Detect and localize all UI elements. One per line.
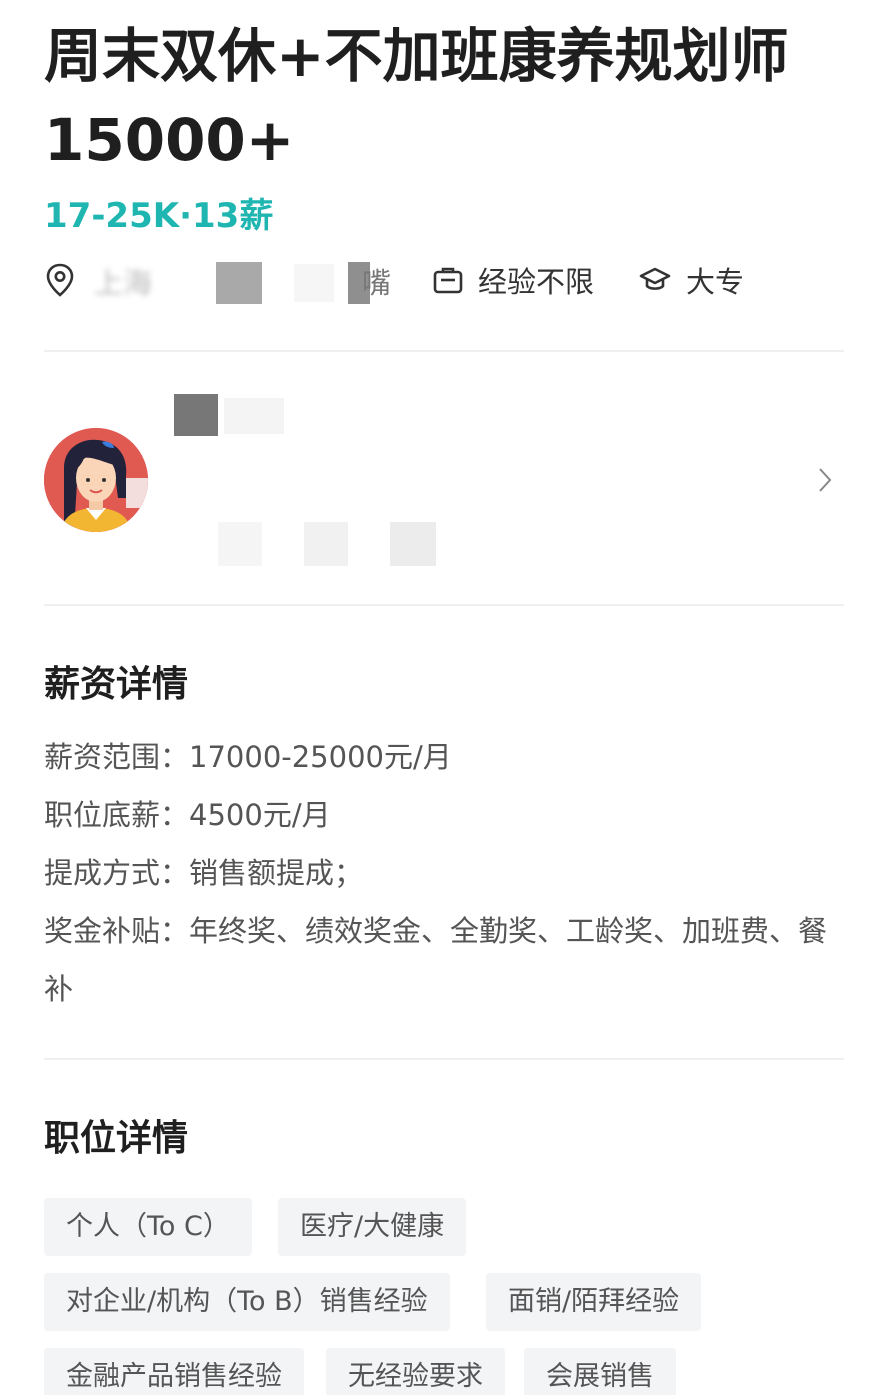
location-text: 上海 [94, 266, 153, 300]
job-title: 周末双休+不加班康养规划师15000+ [44, 22, 789, 174]
tag-item[interactable]: 医疗/大健康 [278, 1198, 467, 1256]
recruiter-name-redacted [174, 394, 218, 436]
salary-detail-row: 奖金补贴：年终奖、绩效奖金、全勤奖、工龄奖、加班费、餐补 [44, 902, 834, 1018]
education-text: 大专 [686, 265, 745, 299]
detail-value: 4500元/月 [189, 798, 331, 832]
salary-details-heading: 薪资详情 [44, 664, 189, 705]
divider [44, 604, 844, 606]
salary-detail-row: 薪资范围：17000-25000元/月 [44, 728, 834, 786]
job-meta-row: 上海 嘴 经验不限 大专 [44, 256, 844, 304]
salary-range: 17-25K·13薪 [44, 196, 274, 236]
divider [44, 1058, 844, 1060]
salary-detail-row: 提成方式：销售额提成； [44, 844, 834, 902]
location-tail-text: 嘴 [362, 266, 392, 300]
experience-text: 经验不限 [478, 265, 595, 299]
detail-label: 职位底薪： [44, 798, 190, 832]
redacted-block [294, 264, 334, 302]
tag-item[interactable]: 面销/陌拜经验 [486, 1273, 702, 1331]
recruiter-info-redacted [218, 522, 262, 566]
recruiter-card[interactable] [44, 380, 844, 580]
location-pin-icon [46, 263, 74, 297]
chevron-right-icon[interactable] [816, 466, 834, 494]
recruiter-avatar [44, 428, 148, 532]
education-info: 大专 [638, 256, 744, 304]
detail-label: 奖金补贴： [44, 914, 190, 948]
tag-item[interactable]: 对企业/机构（To B）销售经验 [44, 1273, 450, 1331]
tag-item[interactable]: 无经验要求 [326, 1348, 505, 1395]
briefcase-icon [433, 267, 463, 294]
detail-value: 17000-25000元/月 [189, 740, 452, 774]
recruiter-name-redacted [224, 398, 284, 434]
avatar-illustration [44, 428, 148, 532]
graduation-cap-icon [639, 267, 671, 290]
detail-label: 薪资范围： [44, 740, 190, 774]
experience-info: 经验不限 [432, 256, 594, 304]
divider [44, 350, 844, 352]
tag-item[interactable]: 个人（To C） [44, 1198, 252, 1256]
recruiter-info-redacted [390, 522, 436, 566]
salary-detail-row: 职位底薪：4500元/月 [44, 786, 834, 844]
detail-label: 提成方式： [44, 856, 190, 890]
position-details-heading: 职位详情 [44, 1118, 189, 1159]
tag-item[interactable]: 金融产品销售经验 [44, 1348, 304, 1395]
recruiter-info-redacted [304, 522, 348, 566]
location-info[interactable]: 上海 嘴 [44, 256, 394, 304]
redacted-block [216, 262, 262, 304]
detail-value: 销售额提成； [189, 856, 364, 890]
tag-item[interactable]: 会展销售 [524, 1348, 676, 1395]
